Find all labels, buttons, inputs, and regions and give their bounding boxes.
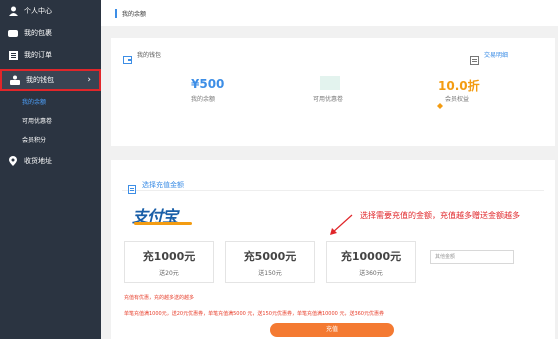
balance-value: ¥500: [191, 77, 225, 91]
sidebar-subitem-points[interactable]: 会员积分: [22, 135, 46, 144]
other-amount-input[interactable]: 其他金额: [430, 250, 514, 264]
package-icon: [8, 28, 18, 38]
recharge-rules: 单笔充值满1000元，送20元优惠券，单笔充值满5000 元，送150元优惠券，…: [124, 311, 384, 317]
arrow-icon: [328, 213, 354, 241]
sidebar-item-wallet[interactable]: 我的钱包 ›: [0, 69, 101, 91]
alipay-logo-underline: [134, 222, 192, 225]
sidebar-item-label: 我的订单: [24, 51, 52, 59]
sidebar-item-label: 我的包裹: [24, 29, 52, 37]
coupon-label[interactable]: 可用优惠卷: [313, 94, 343, 103]
amount-gift: 送150元: [258, 270, 282, 277]
user-icon: [8, 6, 18, 16]
discount-label: 会员权益: [445, 96, 470, 103]
diamond-icon: [437, 94, 443, 113]
wallet-icon: [10, 75, 20, 85]
sidebar: 个人中心 我的包裹 我的订单 我的钱包 › 我的余额 可用优惠卷 会员积分 收货…: [0, 0, 101, 339]
recharge-button[interactable]: 充值: [270, 323, 394, 337]
sidebar-item-personal-center[interactable]: 个人中心: [0, 0, 101, 22]
recharge-title: 选择充值金额: [142, 181, 184, 189]
transactions-icon: [470, 50, 479, 69]
balance-label: 我的余额: [191, 96, 216, 103]
amount-value: 充5000元: [243, 250, 297, 263]
amount-option-10000[interactable]: 充10000元 送360元: [326, 241, 416, 283]
sidebar-item-orders[interactable]: 我的订单: [0, 44, 101, 66]
chevron-right-icon: ›: [87, 75, 91, 85]
amount-value: 充10000元: [340, 250, 402, 263]
amount-value: 充1000元: [142, 250, 196, 263]
amount-option-5000[interactable]: 充5000元 送150元: [225, 241, 315, 283]
coupon-icon: [320, 76, 340, 90]
sidebar-item-packages[interactable]: 我的包裹: [0, 22, 101, 44]
annotation-text: 选择需要充值的金额，充值越多赠送金额越多: [360, 211, 520, 220]
amount-gift: 送360元: [359, 270, 383, 277]
sidebar-item-label: 我的钱包: [26, 76, 54, 84]
sidebar-item-address[interactable]: 收货地址: [0, 150, 101, 172]
sidebar-subitem-balance[interactable]: 我的余额: [22, 97, 46, 106]
location-icon: [8, 156, 18, 166]
sidebar-subitem-coupons[interactable]: 可用优惠卷: [22, 116, 52, 125]
transactions-link[interactable]: 交易明细: [484, 50, 508, 59]
sidebar-item-label: 收货地址: [24, 157, 52, 165]
page-title: 我的余额: [122, 11, 147, 18]
wallet-icon: [123, 49, 132, 68]
order-icon: [8, 50, 18, 60]
amount-option-1000[interactable]: 充1000元 送20元: [124, 241, 214, 283]
discount-value: 10.0折: [438, 79, 480, 93]
recharge-note: 充值有优惠，充的越多送的越多: [124, 295, 195, 301]
divider: [122, 190, 544, 191]
title-accent-bar: [115, 9, 117, 18]
amount-gift: 送20元: [159, 270, 179, 277]
list-icon: [128, 179, 136, 198]
page-header: 我的余额: [101, 0, 558, 26]
wallet-title: 我的钱包: [137, 52, 162, 59]
sidebar-item-label: 个人中心: [24, 7, 52, 15]
